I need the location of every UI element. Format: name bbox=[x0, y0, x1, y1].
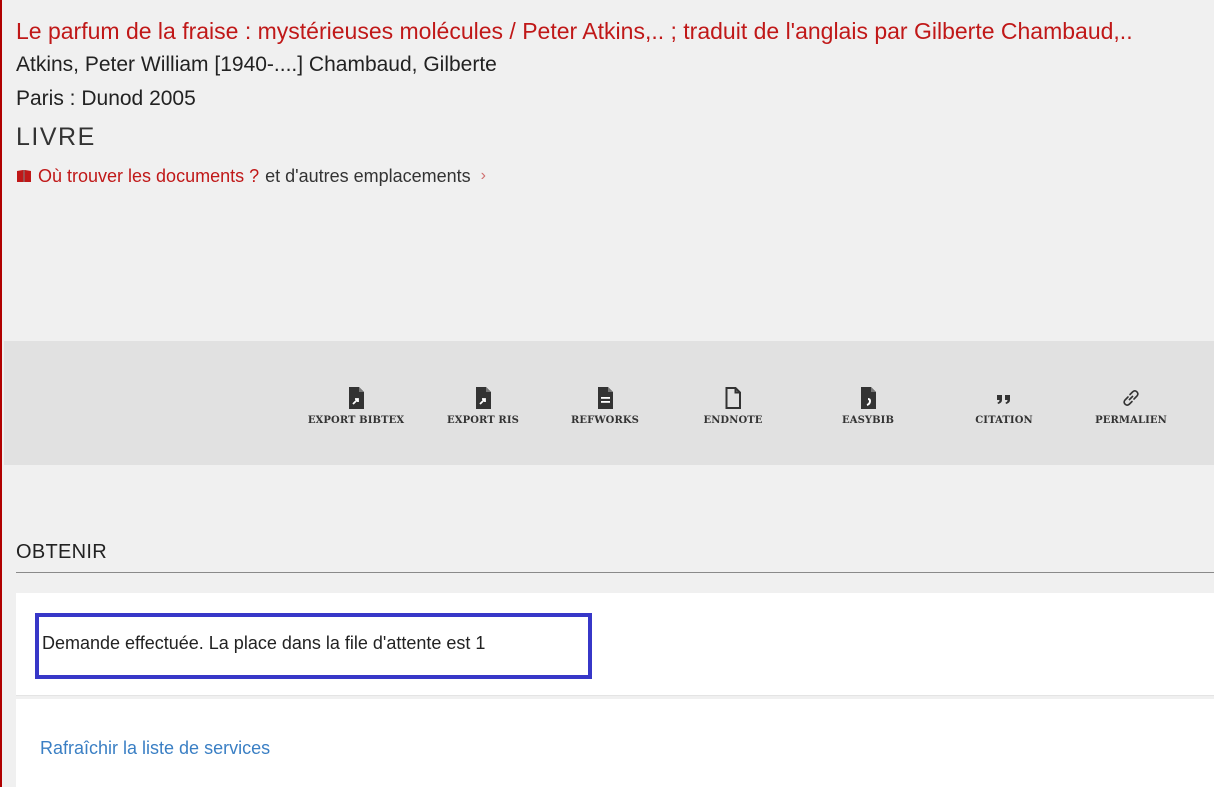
citation-button[interactable]: CITATION bbox=[949, 387, 1059, 426]
actions-toolbar: EXPORT BIBTEX EXPORT RIS REFWORKS ENDNOT… bbox=[4, 341, 1214, 465]
easybib-button[interactable]: EASYBIB bbox=[813, 387, 923, 426]
obtain-heading: OBTENIR bbox=[16, 541, 107, 563]
export-ris-button[interactable]: EXPORT RIS bbox=[428, 387, 538, 426]
export-bibtex-icon bbox=[349, 387, 364, 409]
availability-line[interactable]: Où trouver les documents ? et d'autres e… bbox=[16, 164, 1214, 188]
availability-link[interactable]: Où trouver les documents ? bbox=[38, 164, 259, 188]
export-ris-icon bbox=[476, 387, 491, 409]
easybib-icon bbox=[861, 387, 876, 409]
record-type: LIVRE bbox=[16, 123, 96, 151]
link-icon bbox=[1123, 390, 1139, 406]
record-details: Le parfum de la fraise : mystérieuses mo… bbox=[16, 14, 1214, 188]
refworks-label: REFWORKS bbox=[571, 415, 639, 426]
export-ris-label: EXPORT RIS bbox=[447, 415, 519, 426]
export-bibtex-label: EXPORT BIBTEX bbox=[307, 415, 405, 426]
quote-icon bbox=[997, 395, 1010, 404]
export-bibtex-button[interactable]: EXPORT BIBTEX bbox=[301, 387, 411, 426]
permalink-button[interactable]: PERMALIEN bbox=[1076, 387, 1186, 426]
endnote-label: ENDNOTE bbox=[703, 415, 763, 426]
refresh-services-link[interactable]: Rafraîchir la liste de services bbox=[40, 738, 270, 759]
record-publisher: Paris : Dunod 2005 bbox=[16, 87, 196, 110]
availability-other-locations[interactable]: et d'autres emplacements bbox=[265, 164, 471, 188]
section-divider bbox=[16, 572, 1214, 573]
permalink-label: PERMALIEN bbox=[1095, 415, 1167, 426]
record-title[interactable]: Le parfum de la fraise : mystérieuses mo… bbox=[16, 14, 1214, 48]
citation-label: CITATION bbox=[975, 415, 1033, 426]
refworks-button[interactable]: REFWORKS bbox=[550, 387, 660, 426]
refworks-icon bbox=[598, 387, 613, 409]
chevron-right-icon[interactable]: › bbox=[481, 164, 486, 188]
record-authors: Atkins, Peter William [1940-....] Chamba… bbox=[16, 53, 497, 76]
endnote-button[interactable]: ENDNOTE bbox=[678, 387, 788, 426]
endnote-icon bbox=[725, 387, 741, 409]
request-status-message: Demande effectuée. La place dans la file… bbox=[42, 633, 486, 653]
book-icon bbox=[17, 170, 31, 182]
page-frame: Le parfum de la fraise : mystérieuses mo… bbox=[0, 0, 1214, 787]
easybib-label: EASYBIB bbox=[841, 415, 895, 426]
